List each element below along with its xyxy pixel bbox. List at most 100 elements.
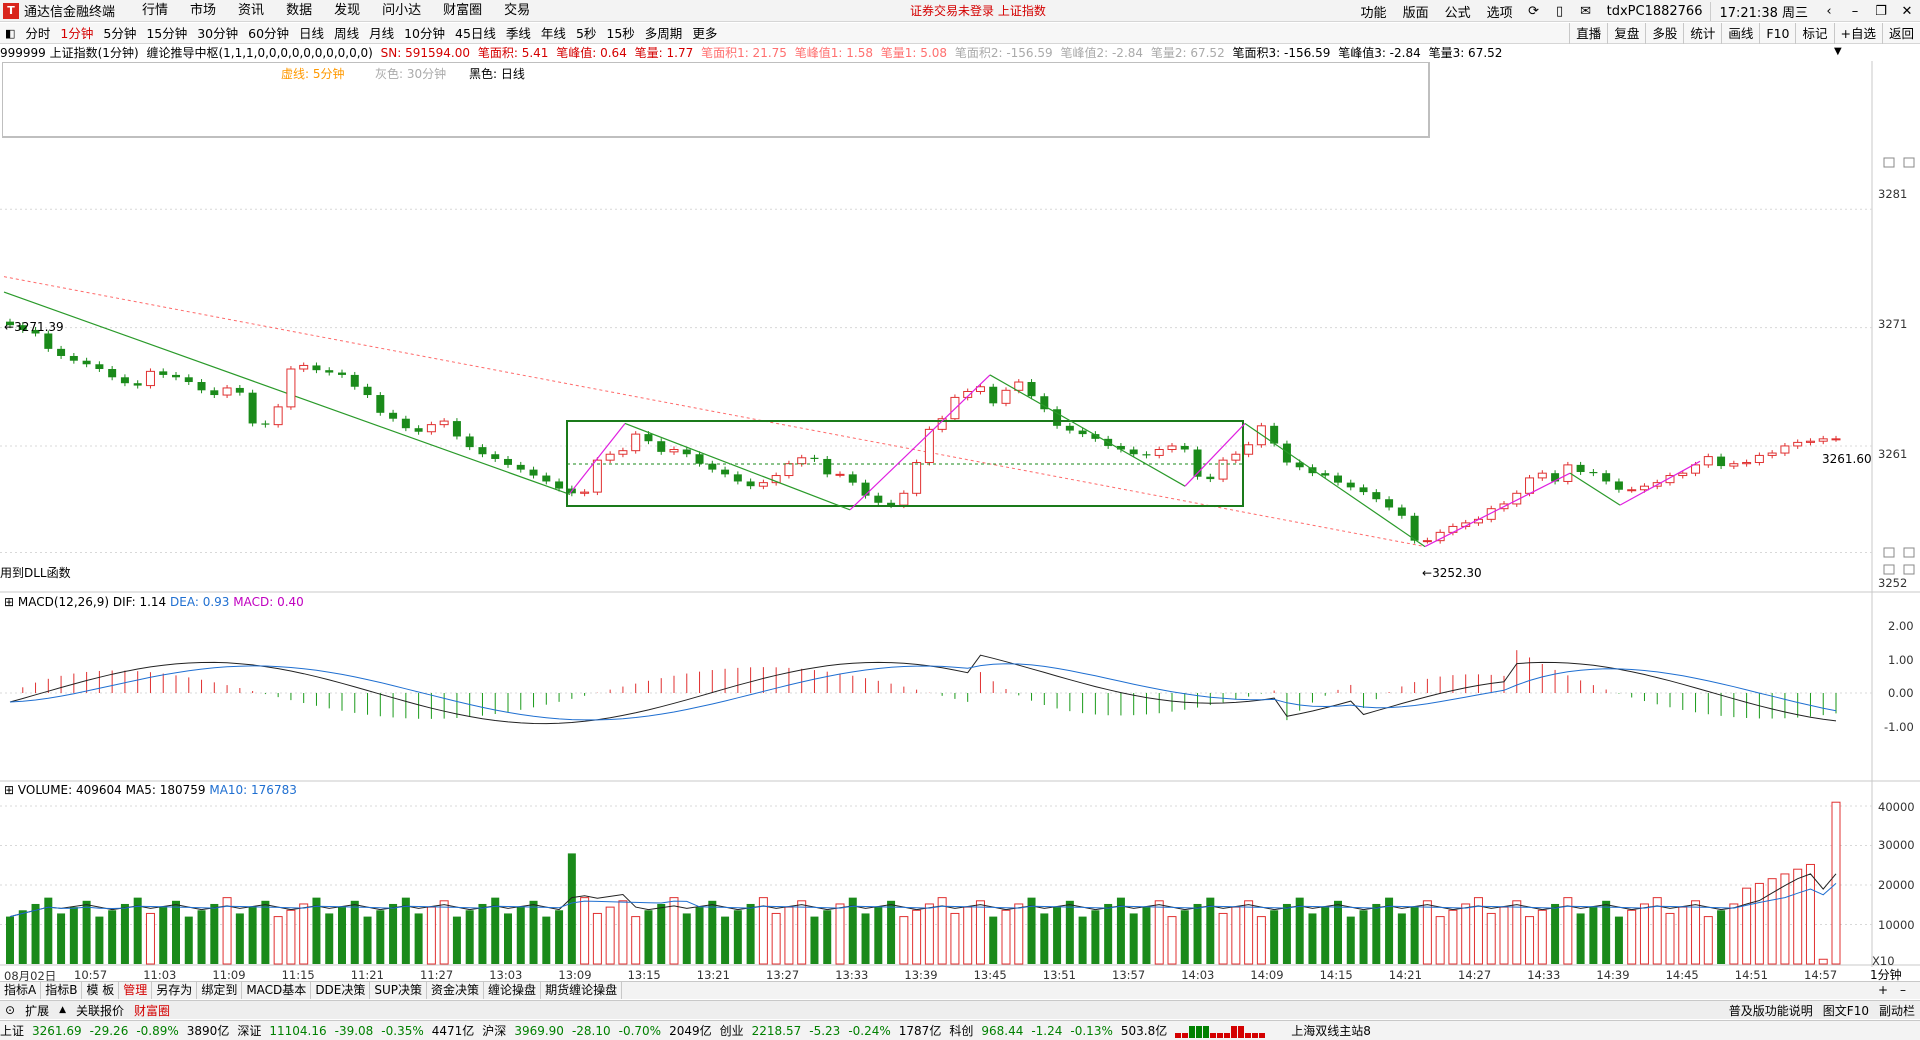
menu-function[interactable]: 功能 [1353, 2, 1395, 21]
volume-label[interactable]: VOLUME: 409604 [18, 783, 122, 797]
macd-expand-icon[interactable]: ⊞ [4, 595, 14, 609]
menu-data[interactable]: 数据 [275, 0, 323, 22]
volume-bar [1525, 916, 1535, 965]
close-icon[interactable]: ✕ [1894, 4, 1920, 19]
menu-discover[interactable]: 发现 [323, 0, 371, 22]
volume-bar [1116, 897, 1125, 964]
indicator-tab[interactable]: 指标A [0, 982, 42, 999]
candle-body [248, 392, 257, 424]
macd-label[interactable]: MACD(12,26,9) [18, 595, 109, 609]
indicator-tab[interactable]: 缠论操盘 [484, 982, 542, 999]
sh-name[interactable]: 上证 [0, 1022, 24, 1039]
collapse-icon[interactable]: ▲ [54, 1005, 71, 1015]
period-tab[interactable]: 15秒 [601, 23, 639, 44]
link-feature-guide[interactable]: 普及版功能说明 [1724, 1002, 1818, 1019]
period-tab[interactable]: 日线 [294, 23, 329, 44]
period-tab[interactable]: 更多 [687, 23, 722, 44]
cy-name[interactable]: 创业 [720, 1022, 744, 1039]
volume-bar [197, 910, 206, 964]
menu-trade[interactable]: 交易 [493, 0, 541, 22]
panel-toggle-icon[interactable]: ◧ [0, 23, 20, 44]
indicator-tab[interactable]: MACD基本 [242, 982, 312, 999]
status-bar: 上证 3261.69 -29.26 -0.89% 3890亿 深证 11104.… [0, 1020, 1920, 1040]
toggle-icon[interactable]: ⊙ [0, 1003, 20, 1017]
tab-minus-icon[interactable]: – [1900, 983, 1906, 997]
volume-bar [1346, 916, 1355, 964]
period-tab[interactable]: 周线 [329, 23, 364, 44]
toolbar-button[interactable]: 多股 [1645, 23, 1683, 44]
candle-body [95, 364, 104, 369]
period-tab[interactable]: 多周期 [640, 23, 688, 44]
hs-name[interactable]: 沪深 [482, 1022, 506, 1039]
menu-news[interactable]: 资讯 [227, 0, 275, 22]
indicator-tab[interactable]: 管理 [119, 982, 153, 999]
tab-add-icon[interactable]: + [1878, 983, 1888, 997]
volume-bar [669, 897, 679, 965]
volume-header: ⊞ VOLUME: 409604 MA5: 180759 MA10: 17678… [4, 783, 297, 797]
volume-bar [1385, 897, 1394, 964]
back-arrow-icon[interactable]: ‹ [1816, 4, 1842, 19]
menu-options[interactable]: 选项 [1479, 2, 1521, 21]
refresh-icon[interactable]: ⟳ [1521, 4, 1547, 19]
tab-wealth-circle[interactable]: 财富圈 [129, 1002, 175, 1019]
server-name[interactable]: 上海双线主站8 [1291, 1022, 1371, 1039]
indicator-name[interactable]: 缠论推导中枢(1,1,1,0,0,0,0,0,0,0,0,0,0) [146, 46, 372, 60]
minimize-icon[interactable]: – [1842, 4, 1868, 19]
menu-layout[interactable]: 版面 [1395, 2, 1437, 21]
menu-ask[interactable]: 问小达 [371, 0, 432, 22]
link-f10[interactable]: 图文F10 [1818, 1002, 1874, 1019]
time-axis-label: 14:21 [1388, 968, 1422, 982]
indicator-tab[interactable]: 资金决策 [427, 982, 485, 999]
menu-formula[interactable]: 公式 [1437, 2, 1479, 21]
toolbar-button[interactable]: 标记 [1795, 23, 1833, 44]
toolbar-button[interactable]: +自选 [1833, 23, 1882, 44]
phone-icon[interactable]: ▯ [1547, 4, 1573, 19]
volume-bar [338, 907, 346, 964]
indicator-tab[interactable]: 绑定到 [197, 982, 243, 999]
menu-market[interactable]: 市场 [179, 0, 227, 22]
login-notice[interactable]: 证券交易未登录 上证指数 [910, 0, 1046, 22]
indicator-tab[interactable]: 指标B [41, 982, 83, 999]
period-tab[interactable]: 1分钟 [55, 23, 98, 44]
period-tab[interactable]: 60分钟 [243, 23, 294, 44]
chart-area[interactable] [0, 61, 1920, 967]
period-tab[interactable]: 5分钟 [98, 23, 141, 44]
menu-wealth[interactable]: 财富圈 [432, 0, 493, 22]
expand-icon[interactable]: ▼ [1834, 46, 1842, 57]
toolbar-button[interactable]: 返回 [1881, 23, 1920, 44]
restore-icon[interactable]: ❐ [1868, 4, 1894, 19]
indicator-tab[interactable]: 模 板 [82, 982, 120, 999]
period-tab[interactable]: 季线 [501, 23, 536, 44]
volume-bar [848, 897, 857, 964]
tab-related-quotes[interactable]: 关联报价 [71, 1002, 129, 1019]
indicator-tab[interactable]: 期货缠论操盘 [541, 982, 623, 999]
time-axis-label: 14:09 [1250, 968, 1284, 982]
volume-expand-icon[interactable]: ⊞ [4, 783, 14, 797]
kc-name[interactable]: 科创 [949, 1022, 973, 1039]
toolbar-button[interactable]: 直播 [1569, 23, 1607, 44]
time-axis-label: 13:09 [558, 968, 592, 982]
indicator-tab[interactable]: DDE决策 [311, 982, 371, 999]
candle-body [1717, 456, 1726, 467]
indicator-tab[interactable]: SUP决策 [370, 982, 428, 999]
period-tab[interactable]: 30分钟 [192, 23, 243, 44]
volume-bar [145, 912, 155, 965]
period-tab[interactable]: 5秒 [571, 23, 601, 44]
toolbar-button[interactable]: 统计 [1683, 23, 1721, 44]
menu-quotes[interactable]: 行情 [131, 0, 179, 22]
toolbar-button[interactable]: F10 [1759, 23, 1795, 44]
message-icon[interactable]: ✉ [1573, 4, 1599, 19]
sz-name[interactable]: 深证 [237, 1022, 261, 1039]
period-tab[interactable]: 年线 [536, 23, 571, 44]
tab-extend[interactable]: 扩展 [20, 1002, 54, 1019]
toolbar-button[interactable]: 画线 [1721, 23, 1759, 44]
period-tab[interactable]: 45日线 [450, 23, 501, 44]
period-tab[interactable]: 15分钟 [141, 23, 192, 44]
toolbar-button[interactable]: 复盘 [1607, 23, 1645, 44]
period-tab[interactable]: 10分钟 [399, 23, 450, 44]
period-tab[interactable]: 分时 [20, 23, 55, 44]
panel-control-icon [1883, 547, 1895, 558]
period-tab[interactable]: 月线 [364, 23, 399, 44]
indicator-tab[interactable]: 另存为 [152, 982, 198, 999]
link-sidebar[interactable]: 副动栏 [1874, 1002, 1920, 1019]
